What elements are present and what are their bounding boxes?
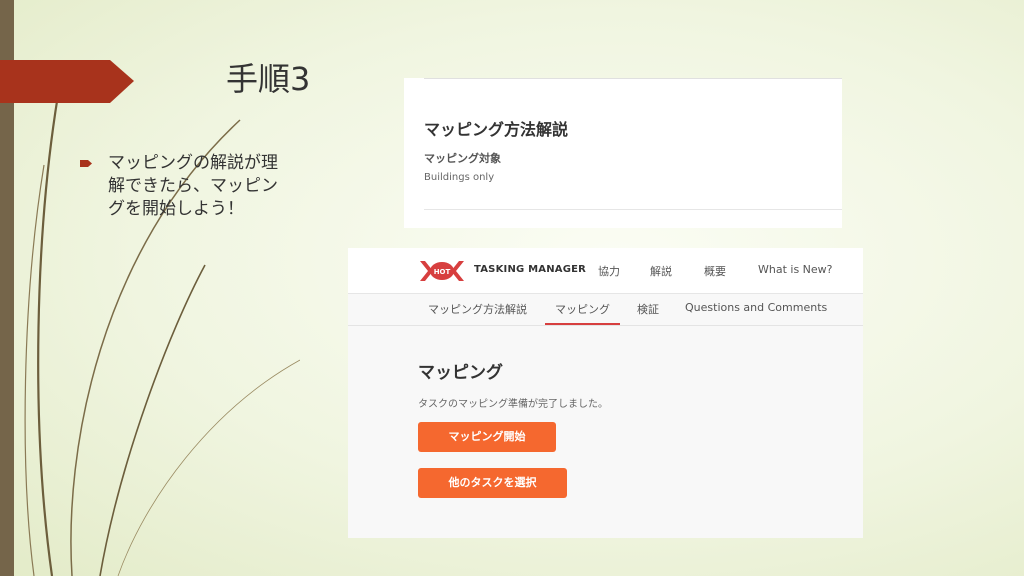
tab-validation[interactable]: 検証 xyxy=(637,301,659,317)
panel-subheading: マッピング対象 xyxy=(424,152,501,165)
tasking-manager-panel: HOT TASKING MANAGER 協力 解説 概要 What is New… xyxy=(348,248,863,538)
panel-heading: マッピング方法解説 xyxy=(424,120,569,139)
arrow-bullet-icon xyxy=(80,160,92,167)
header-bar: HOT TASKING MANAGER 協力 解説 概要 What is New… xyxy=(348,248,863,294)
hot-logo-icon: HOT xyxy=(420,261,464,281)
tab-instructions[interactable]: マッピング方法解説 xyxy=(428,301,527,317)
nav-contribute[interactable]: 協力 xyxy=(598,263,620,279)
divider xyxy=(424,209,842,210)
active-tab-indicator xyxy=(545,323,620,325)
nav-whats-new[interactable]: What is New? xyxy=(758,263,833,276)
task-tabs: マッピング方法解説 マッピング 検証 Questions and Comment… xyxy=(348,294,863,326)
tab-questions-comments[interactable]: Questions and Comments xyxy=(685,301,827,314)
panel-value: Buildings only xyxy=(424,172,495,183)
nav-learn[interactable]: 解説 xyxy=(650,263,672,279)
select-another-task-button[interactable]: 他のタスクを選択 xyxy=(418,468,567,498)
tab-mapping[interactable]: マッピング xyxy=(555,301,610,317)
bullet-text: マッピングの解説が理解できたら、マッピングを開始しよう！ xyxy=(108,153,278,219)
divider xyxy=(424,78,842,79)
brand-name: TASKING MANAGER xyxy=(474,264,587,275)
nav-about[interactable]: 概要 xyxy=(704,263,726,279)
title-arrow-banner xyxy=(0,60,134,103)
logo-text: HOT xyxy=(434,268,451,276)
status-message: タスクのマッピング準備が完了しました。 xyxy=(418,399,608,410)
mapping-instructions-panel: マッピング方法解説 マッピング対象 Buildings only xyxy=(404,78,842,228)
mapping-heading: マッピング xyxy=(418,363,503,383)
slide-title: 手順3 xyxy=(226,60,311,98)
start-mapping-button[interactable]: マッピング開始 xyxy=(418,422,556,452)
